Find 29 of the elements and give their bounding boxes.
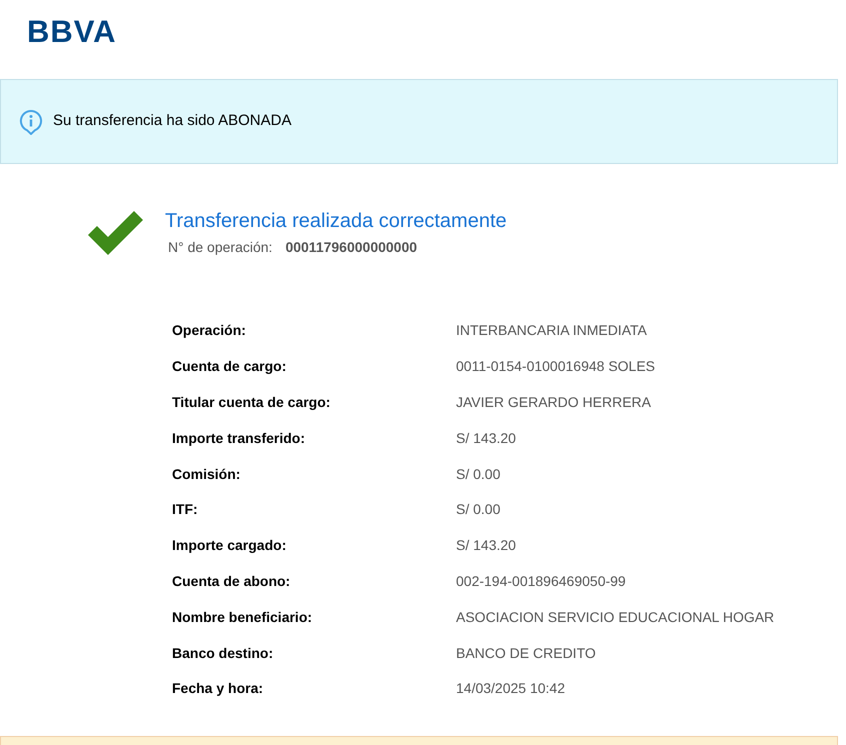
detail-value: S/ 143.20 <box>456 536 516 556</box>
detail-label: Nombre beneficiario: <box>172 608 314 627</box>
detail-label: Comisión: <box>172 464 242 484</box>
detail-value: BANCO DE CREDITO <box>456 644 596 663</box>
detail-value: S/ 0.00 <box>456 464 500 484</box>
checkmark-icon <box>88 211 143 255</box>
detail-label: Importe transferido: <box>172 428 306 448</box>
result-title: Transferencia realizada correctamente <box>165 209 507 233</box>
detail-label: Cuenta de cargo: <box>172 357 288 376</box>
detail-label: ITF: <box>172 500 199 520</box>
detail-value: JAVIER GERARDO HERRERA <box>456 392 651 412</box>
bank-logo: BBVA <box>27 14 117 49</box>
detail-value: S/ 0.00 <box>456 500 500 520</box>
detail-value: ASOCIACION SERVICIO EDUCACIONAL HOGAR <box>456 608 774 627</box>
detail-label: Banco destino: <box>172 644 274 663</box>
detail-value: S/ 143.20 <box>456 428 516 448</box>
detail-label: Operación: <box>172 321 247 340</box>
operation-label: N° de operación: <box>168 238 272 257</box>
detail-label: Importe cargado: <box>172 536 288 556</box>
detail-value: 0011-0154-0100016948 SOLES <box>456 357 656 376</box>
detail-value: 002-194-001896469050-99 <box>456 572 626 591</box>
detail-label: Fecha y hora: <box>172 679 264 698</box>
operation-number: 00011796000000000 <box>285 238 418 257</box>
detail-value: INTERBANCARIA INMEDIATA <box>456 321 647 340</box>
info-icon <box>19 108 43 134</box>
notice-text: Su transferencia ha sido ABONADA <box>53 111 292 132</box>
detail-label: Titular cuenta de cargo: <box>172 392 332 412</box>
detail-label: Cuenta de abono: <box>172 572 292 591</box>
detail-value: 14/03/2025 10:42 <box>456 679 565 698</box>
